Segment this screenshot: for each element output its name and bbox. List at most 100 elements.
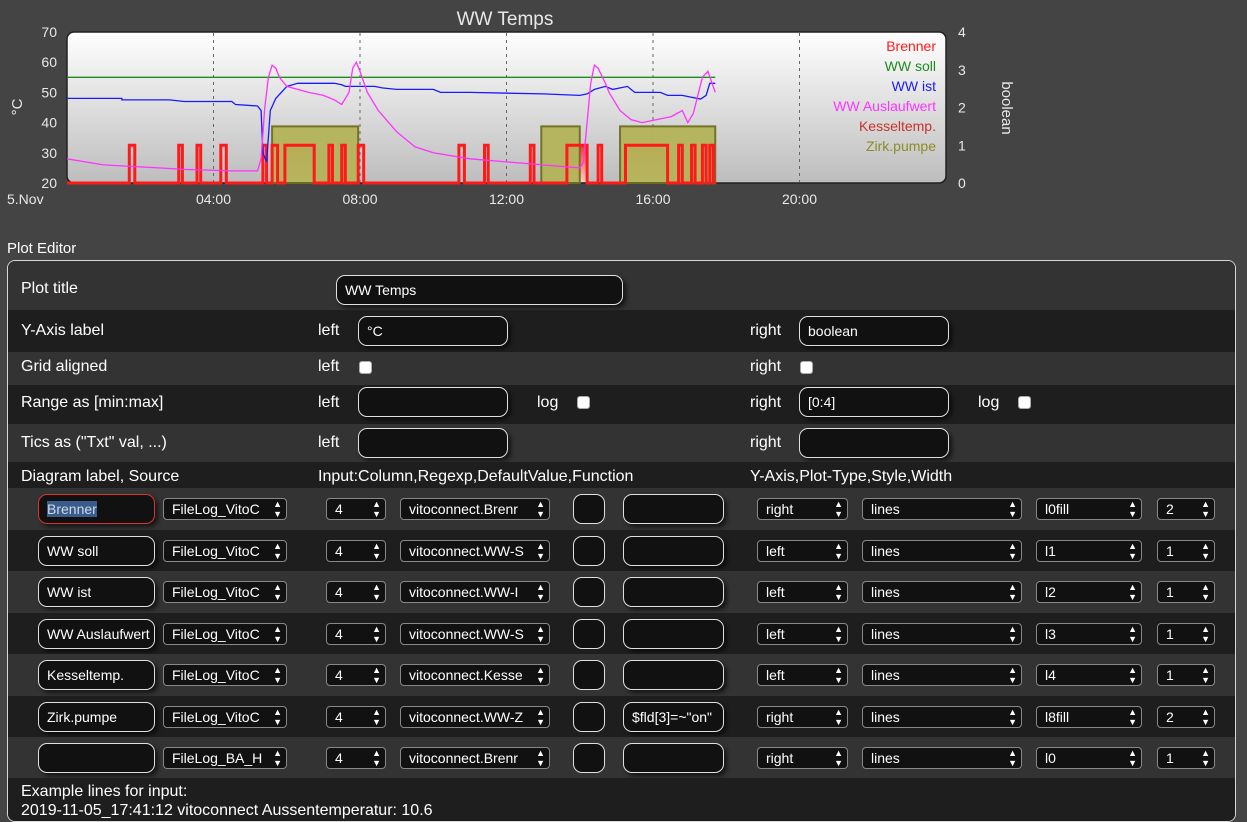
series-source-select[interactable]: FileLog_VitoC ▲ ▼: [163, 540, 287, 562]
series-column-select[interactable]: 4 ▲ ▼: [326, 664, 386, 686]
plot-chart: WW Temps 70 60 50 40 30 20 4 3 2 1 0 5.Nov 04:00 08…: [7, 9, 1015, 207]
plot-title-input[interactable]: WW Temps: [336, 275, 623, 305]
header-yaxis: Y-Axis,Plot-Type,Style,Width: [750, 468, 953, 485]
series-style-select[interactable]: l4 ▲ ▼: [1036, 664, 1142, 686]
series-column-select[interactable]: 4 ▲ ▼: [326, 540, 386, 562]
tics-left-input[interactable]: [358, 428, 508, 458]
y-axis-left-text: left: [318, 322, 340, 339]
series-source-select[interactable]: FileLog_VitoC ▲ ▼: [163, 498, 287, 520]
series-width-select[interactable]: 1 ▲ ▼: [1157, 664, 1215, 686]
grid-aligned-label: Grid aligned: [21, 358, 108, 375]
series-width-select[interactable]: 2 ▲ ▼: [1157, 498, 1215, 520]
series-axis-select[interactable]: right ▲ ▼: [757, 706, 848, 728]
updown-arrows-icon: ▲ ▼: [1128, 499, 1137, 519]
updown-arrows-icon: ▲ ▼: [1008, 582, 1017, 602]
series-function-input[interactable]: [623, 660, 724, 690]
series-column-select[interactable]: 4 ▲ ▼: [326, 747, 386, 769]
series-regexp-select[interactable]: vitoconnect.WW-Z ▲ ▼: [400, 706, 550, 728]
series-function-input[interactable]: [623, 577, 724, 607]
grid-left-checkbox[interactable]: [359, 361, 372, 374]
updown-arrows-icon: ▲ ▼: [1128, 582, 1137, 602]
series-function-input[interactable]: $fld[3]=~"on": [623, 702, 724, 732]
series-label-input[interactable]: Kesseltemp.: [38, 660, 155, 690]
series-source-select[interactable]: FileLog_VitoC ▲ ▼: [163, 623, 287, 645]
series-source-select[interactable]: FileLog_VitoC ▲ ▼: [163, 706, 287, 728]
series-regexp-select[interactable]: vitoconnect.WW-S ▲ ▼: [400, 623, 550, 645]
y-axis-right-input[interactable]: boolean: [799, 316, 949, 346]
series-regexp-select[interactable]: vitoconnect.Kesse ▲ ▼: [400, 664, 550, 686]
series-label-input[interactable]: WW soll: [38, 536, 155, 566]
grid-right-text: right: [750, 358, 782, 375]
series-axis-select[interactable]: left ▲ ▼: [757, 623, 848, 645]
series-width-select[interactable]: 1 ▲ ▼: [1157, 540, 1215, 562]
updown-arrows-icon: ▲ ▼: [372, 499, 381, 519]
series-axis-select[interactable]: left ▲ ▼: [757, 581, 848, 603]
zirk-pumpe-area: [540, 125, 581, 184]
series-axis-select[interactable]: right ▲ ▼: [757, 747, 848, 769]
series-default-input[interactable]: [573, 660, 605, 690]
series-label-input[interactable]: [38, 743, 155, 773]
tics-right-input[interactable]: [799, 428, 949, 458]
series-regexp-select[interactable]: vitoconnect.Brenr ▲ ▼: [400, 747, 550, 769]
range-right-log-checkbox[interactable]: [1018, 396, 1031, 409]
series-function-input[interactable]: [623, 743, 724, 773]
series-regexp-select[interactable]: vitoconnect.WW-I ▲ ▼: [400, 581, 550, 603]
series-source-select[interactable]: FileLog_VitoC ▲ ▼: [163, 664, 287, 686]
grid-right-checkbox[interactable]: [800, 361, 813, 374]
series-column-select[interactable]: 4 ▲ ▼: [326, 581, 386, 603]
range-row: Range as [min:max] left log right [0:4] …: [8, 385, 1235, 424]
series-style-select[interactable]: l0 ▲ ▼: [1036, 747, 1142, 769]
tics-label: Tics as ("Txt" val, ...): [21, 434, 167, 451]
series-style-select[interactable]: l2 ▲ ▼: [1036, 581, 1142, 603]
series-default-input[interactable]: [573, 536, 605, 566]
series-width-select[interactable]: 2 ▲ ▼: [1157, 706, 1215, 728]
series-default-input[interactable]: [573, 494, 605, 524]
series-label-input[interactable]: Zirk.pumpe: [38, 702, 155, 732]
series-plottype-select[interactable]: lines ▲ ▼: [862, 581, 1022, 603]
y-tick-label: 20: [41, 175, 57, 191]
series-axis-select[interactable]: left ▲ ▼: [757, 664, 848, 686]
series-plottype-select[interactable]: lines ▲ ▼: [862, 498, 1022, 520]
y-axis-left-input[interactable]: °C: [358, 316, 508, 346]
series-axis-select[interactable]: left ▲ ▼: [757, 540, 848, 562]
y-tick-label: 30: [41, 145, 57, 161]
series-function-input[interactable]: [623, 536, 724, 566]
series-regexp-select[interactable]: vitoconnect.Brenr ▲ ▼: [400, 498, 550, 520]
range-right-input[interactable]: [0:4]: [799, 387, 949, 417]
series-source-select[interactable]: FileLog_VitoC ▲ ▼: [163, 581, 287, 603]
plot-editor-heading: Plot Editor: [7, 240, 77, 257]
example-row: Example lines for input: 2019-11-05_17:4…: [8, 778, 1235, 821]
updown-arrows-icon: ▲ ▼: [536, 582, 545, 602]
series-source-select[interactable]: FileLog_BA_H ▲ ▼: [163, 747, 287, 769]
series-label-input[interactable]: Brenner: [38, 494, 155, 524]
series-width-select[interactable]: 1 ▲ ▼: [1157, 581, 1215, 603]
series-function-input[interactable]: [623, 619, 724, 649]
series-regexp-select[interactable]: vitoconnect.WW-S ▲ ▼: [400, 540, 550, 562]
range-left-log-checkbox[interactable]: [577, 396, 590, 409]
series-style-select[interactable]: l8fill ▲ ▼: [1036, 706, 1142, 728]
series-axis-select[interactable]: right ▲ ▼: [757, 498, 848, 520]
series-width-select[interactable]: 1 ▲ ▼: [1157, 623, 1215, 645]
series-default-input[interactable]: [573, 702, 605, 732]
series-function-input[interactable]: [623, 494, 724, 524]
series-column-select[interactable]: 4 ▲ ▼: [326, 706, 386, 728]
series-column-select[interactable]: 4 ▲ ▼: [326, 623, 386, 645]
series-column-select[interactable]: 4 ▲ ▼: [326, 498, 386, 520]
series-default-input[interactable]: [573, 619, 605, 649]
series-style-select[interactable]: l1 ▲ ▼: [1036, 540, 1142, 562]
series-default-input[interactable]: [573, 743, 605, 773]
series-row: WW ist FileLog_VitoC ▲ ▼ 4 ▲ ▼ vitoconnect.WW-I…: [8, 571, 1235, 613]
series-plottype-select[interactable]: lines ▲ ▼: [862, 664, 1022, 686]
series-style-select[interactable]: l3 ▲ ▼: [1036, 623, 1142, 645]
series-label-input[interactable]: WW Auslaufwert: [38, 619, 155, 649]
range-left-input[interactable]: [358, 387, 508, 417]
series-default-input[interactable]: [573, 577, 605, 607]
series-plottype-select[interactable]: lines ▲ ▼: [862, 540, 1022, 562]
series-plottype-select[interactable]: lines ▲ ▼: [862, 706, 1022, 728]
series-plottype-select[interactable]: lines ▲ ▼: [862, 623, 1022, 645]
series-style-select[interactable]: l0fill ▲ ▼: [1036, 498, 1142, 520]
series-label-input[interactable]: WW ist: [38, 577, 155, 607]
y2-tick-label: 3: [958, 62, 966, 78]
series-width-select[interactable]: 1 ▲ ▼: [1157, 747, 1215, 769]
series-plottype-select[interactable]: lines ▲ ▼: [862, 747, 1022, 769]
